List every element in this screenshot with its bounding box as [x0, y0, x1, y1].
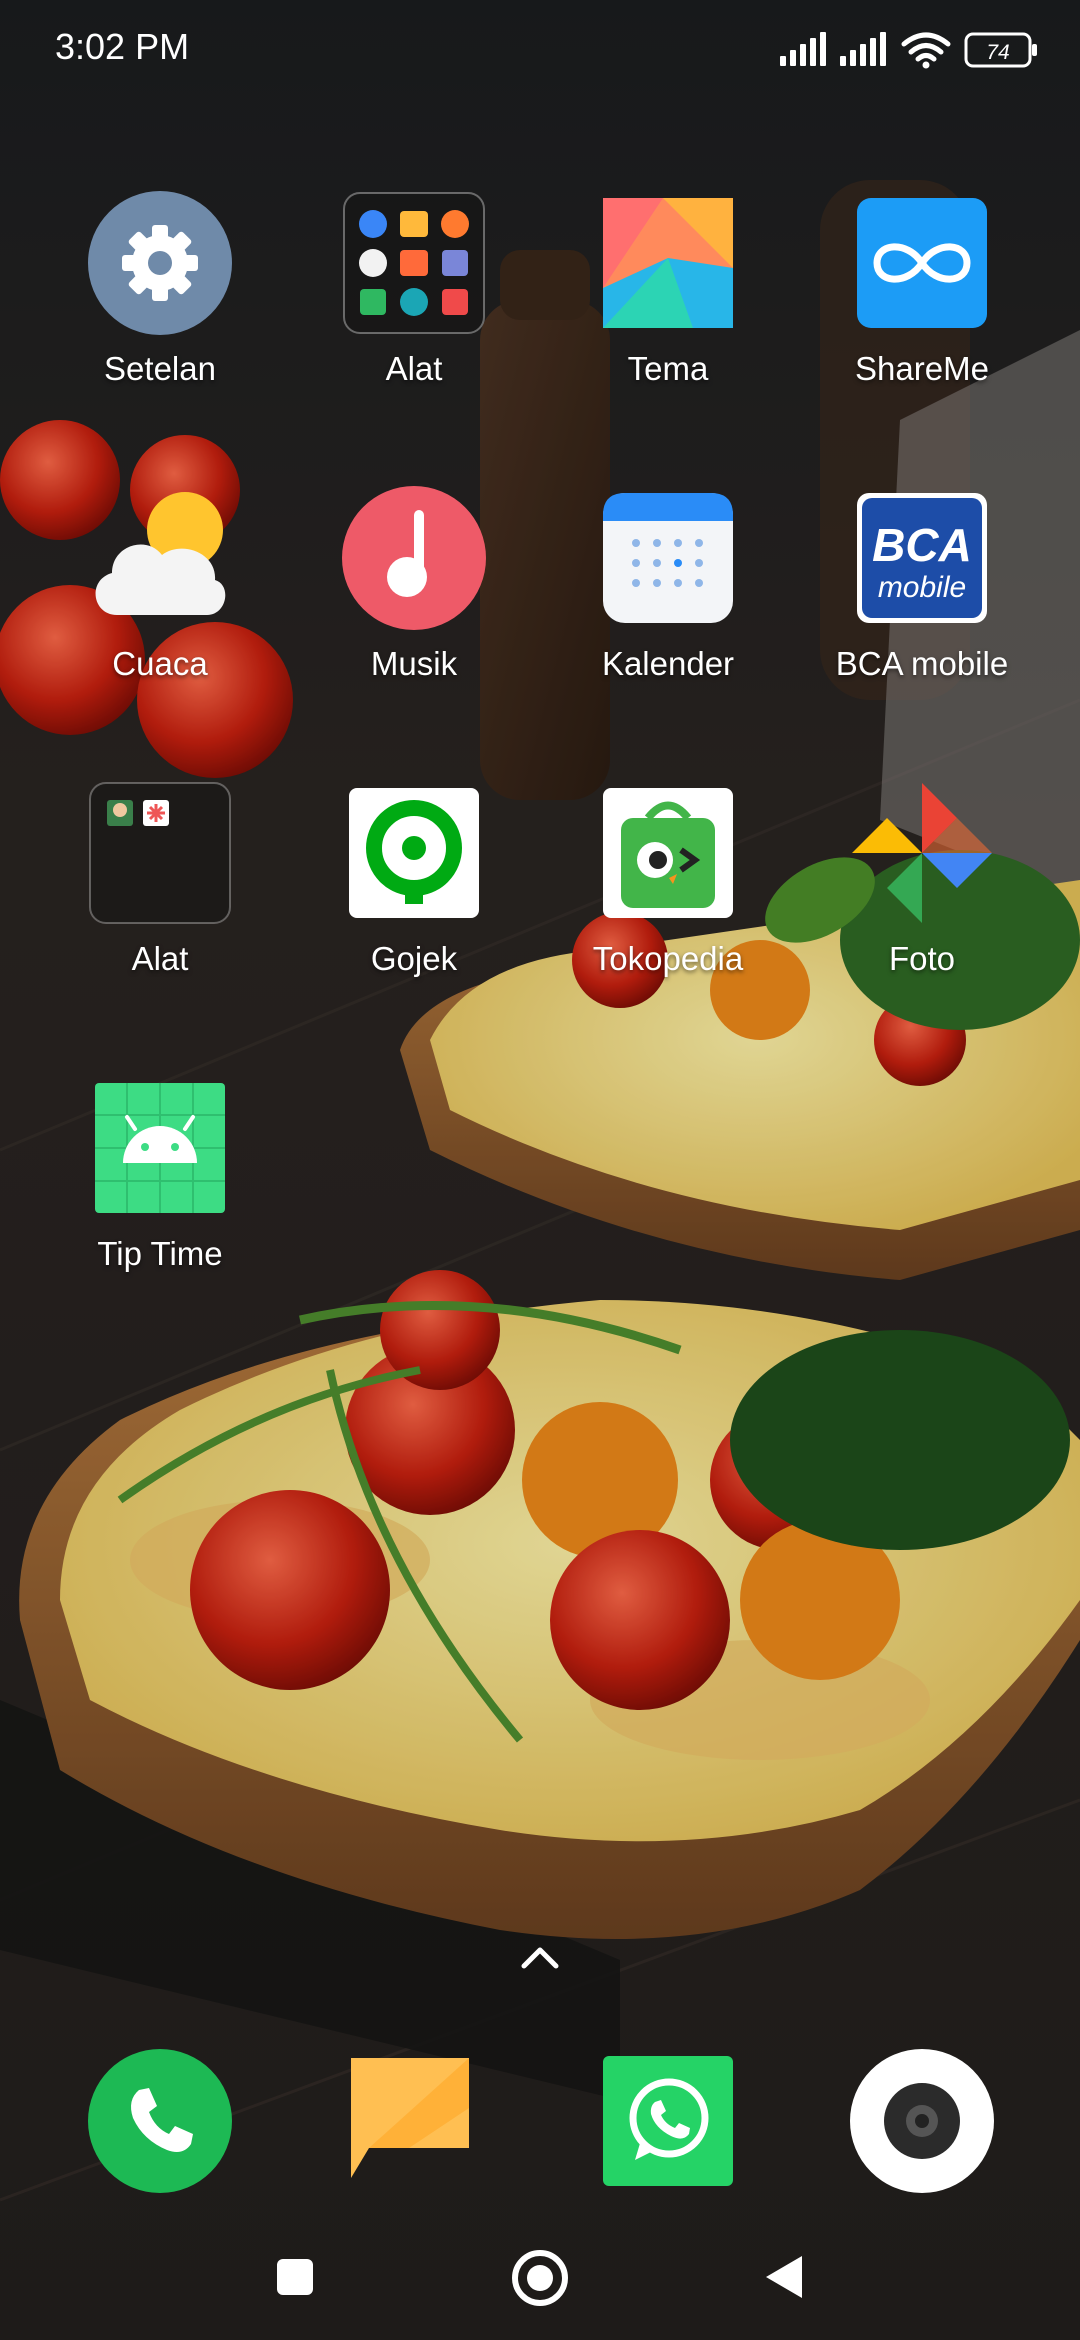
app-tokopedia[interactable]: Tokopedia	[553, 780, 783, 1010]
battery-icon: 74	[964, 32, 1037, 68]
calendar-icon	[595, 485, 741, 631]
app-alat-folder-2[interactable]: Alat	[45, 780, 275, 1010]
app-label: Musik	[370, 645, 458, 682]
weather-cloud-sun-icon	[87, 485, 233, 631]
wifi-icon	[901, 32, 951, 69]
app-gojek[interactable]: Gojek	[299, 780, 529, 1010]
signal-icon	[780, 32, 826, 66]
phone-icon	[87, 2048, 233, 2194]
app-tip-time[interactable]: Tip Time	[45, 1075, 275, 1305]
photos-pinwheel-icon	[849, 780, 995, 926]
gojek-icon	[341, 780, 487, 926]
tools-folder-icon	[341, 190, 487, 336]
app-alat-folder[interactable]: Alat	[299, 190, 529, 420]
folder-icon	[87, 780, 233, 926]
app-label: BCA mobile	[835, 645, 1009, 682]
signal-icon	[840, 32, 886, 66]
android-robot-icon	[87, 1075, 233, 1221]
app-cuaca[interactable]: Cuaca	[45, 485, 275, 715]
app-tema[interactable]: Tema	[553, 190, 783, 420]
app-shareme[interactable]: ShareMe	[807, 190, 1037, 420]
app-setelan[interactable]: Setelan	[45, 190, 275, 420]
app-label: Tip Time	[97, 1235, 223, 1272]
app-label: Cuaca	[112, 645, 208, 682]
status-icons: 74	[780, 32, 1037, 69]
app-label: ShareMe	[855, 350, 989, 387]
settings-gear-icon	[87, 190, 233, 336]
app-label: Alat	[385, 350, 443, 387]
app-label: Tema	[627, 350, 709, 387]
app-label: Setelan	[104, 350, 216, 387]
app-label: Gojek	[370, 940, 458, 977]
svg-text:mobile: mobile	[878, 571, 966, 604]
app-label: Alat	[131, 940, 189, 977]
camera-icon	[849, 2048, 995, 2194]
home-circle-icon[interactable]	[510, 2248, 570, 2308]
back-triangle-icon[interactable]	[762, 2252, 808, 2302]
app-bca-mobile[interactable]: BCA mobile BCA mobile	[807, 485, 1037, 715]
status-bar: 3:02 PM 74	[0, 0, 1080, 100]
themes-icon	[595, 190, 741, 336]
navigation-bar	[0, 2230, 1080, 2340]
app-kalender[interactable]: Kalender	[553, 485, 783, 715]
chevron-up-icon[interactable]	[520, 1942, 560, 1972]
bca-mobile-icon: BCA mobile	[849, 485, 995, 631]
status-time: 3:02 PM	[55, 26, 190, 67]
whatsapp-icon	[595, 2048, 741, 2194]
svg-text:BCA: BCA	[872, 519, 972, 571]
battery-level: 74	[986, 41, 1009, 64]
recents-square-icon[interactable]	[274, 2256, 316, 2298]
app-musik[interactable]: Musik	[299, 485, 529, 715]
shareme-infinity-icon	[849, 190, 995, 336]
app-label: Tokopedia	[592, 940, 744, 977]
tokopedia-bag-icon	[595, 780, 741, 926]
app-label: Kalender	[601, 645, 735, 682]
app-foto[interactable]: Foto	[807, 780, 1037, 1010]
messages-icon	[341, 2048, 487, 2194]
music-note-icon	[341, 485, 487, 631]
app-label: Foto	[888, 940, 956, 977]
